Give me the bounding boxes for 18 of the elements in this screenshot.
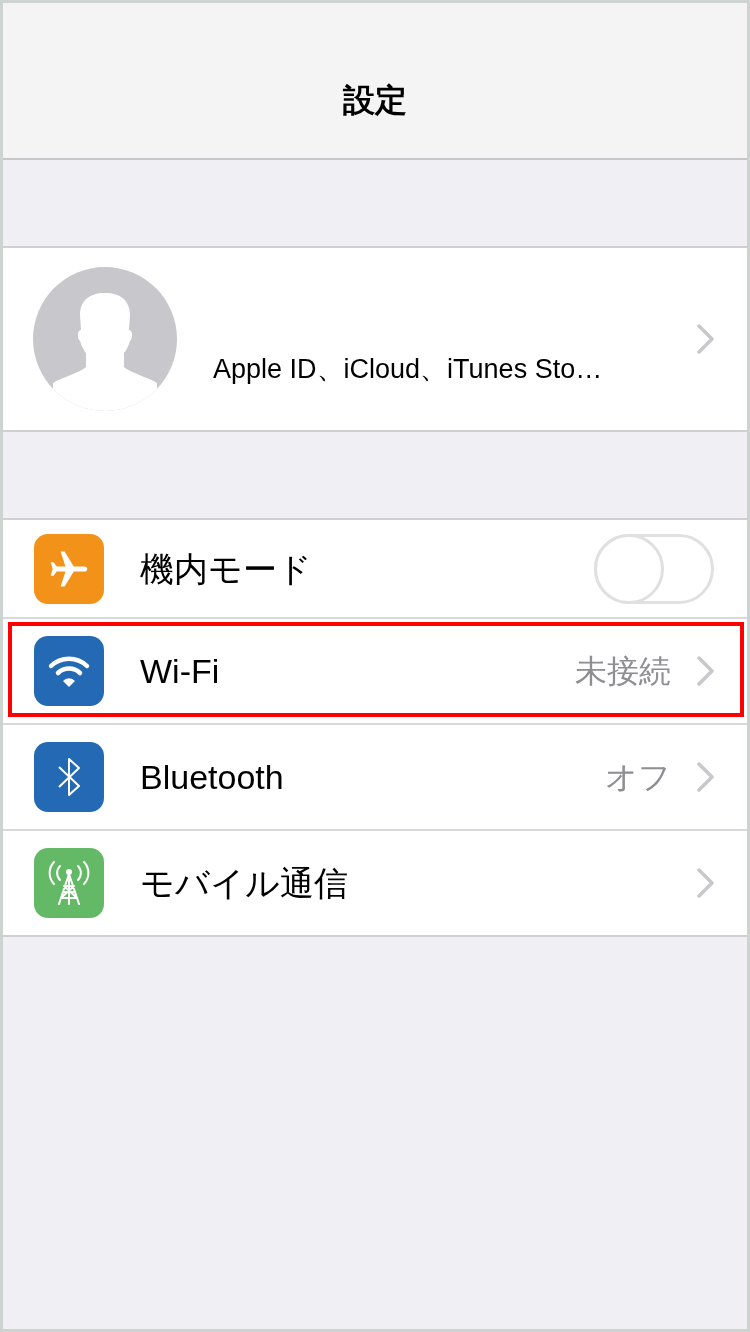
settings-row[interactable]: Wi-Fi 未接続: [3, 617, 747, 723]
setting-label: 機内モード: [140, 551, 312, 586]
setting-label: Wi-Fi: [140, 654, 220, 688]
setting-label: Bluetooth: [140, 760, 284, 794]
settings-row[interactable]: Bluetooth オフ: [3, 723, 747, 829]
chevron-icon: [697, 762, 714, 792]
setting-label: モバイル通信: [140, 866, 348, 900]
nav-title: 設定: [343, 81, 407, 120]
setting-value: 未接続: [575, 655, 671, 687]
settings-row[interactable]: モバイル通信: [3, 829, 747, 935]
account-row[interactable]: Apple ID、iCloud、iTunes Sto…: [3, 246, 747, 432]
settings-row[interactable]: 機内モード: [3, 520, 747, 617]
chevron-icon: [697, 868, 714, 898]
avatar-icon: [33, 267, 177, 411]
account-text: Apple ID、iCloud、iTunes Sto…: [213, 353, 603, 384]
chevron-icon: [697, 656, 714, 686]
setting-value: オフ: [605, 761, 671, 793]
chevron-icon: [697, 324, 714, 354]
